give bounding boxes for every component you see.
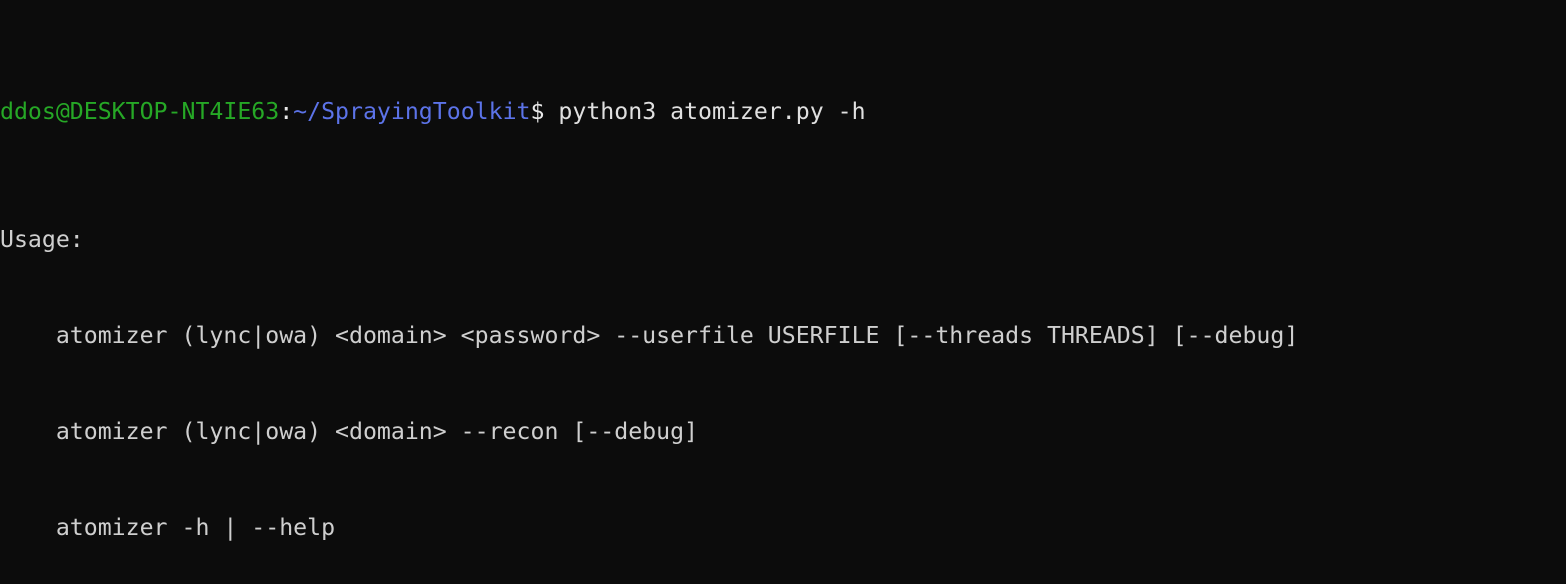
prompt-separator: : xyxy=(279,98,294,125)
prompt-sigil: $ xyxy=(530,98,545,125)
prompt-line: ddos@DESKTOP-NT4IE63:~/SprayingToolkit$ … xyxy=(0,96,1298,128)
prompt-path: ~/SprayingToolkit xyxy=(293,98,531,125)
output-line-usage-heading: Usage: xyxy=(0,226,84,253)
prompt-user-host: ddos@DESKTOP-NT4IE63 xyxy=(0,98,280,125)
output-line-usage-form-1: atomizer (lync|owa) <domain> <password> … xyxy=(0,322,1299,349)
prompt-command: python3 atomizer.py -h xyxy=(544,98,866,125)
terminal-window[interactable]: ddos@DESKTOP-NT4IE63:~/SprayingToolkit$ … xyxy=(0,0,1566,584)
output-line-usage-form-2: atomizer (lync|owa) <domain> --recon [--… xyxy=(0,418,699,445)
output-line-usage-form-3: atomizer -h | --help xyxy=(0,514,336,541)
terminal-screen[interactable]: ddos@DESKTOP-NT4IE63:~/SprayingToolkit$ … xyxy=(0,0,1298,584)
